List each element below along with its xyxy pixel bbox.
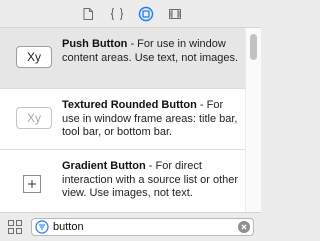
scrollbar-thumb[interactable] <box>250 34 257 60</box>
library-item-description: Gradient Button - For direct interaction… <box>62 160 242 201</box>
library-item-gradient-button[interactable]: Gradient Button - For direct interaction… <box>0 150 246 210</box>
clear-search-icon[interactable] <box>238 221 250 233</box>
braces-icon[interactable] <box>108 6 124 22</box>
library-item-description: Textured Rounded Button - For use in win… <box>62 99 242 140</box>
object-library-list[interactable]: Xy Push Button - For use in window conte… <box>0 28 261 212</box>
media-library-icon[interactable] <box>167 6 183 22</box>
library-filter-field[interactable] <box>31 218 254 236</box>
filter-icon[interactable] <box>35 220 49 234</box>
file-icon[interactable] <box>80 6 96 22</box>
grid-view-icon[interactable] <box>8 220 22 234</box>
scrollbar[interactable] <box>245 28 261 212</box>
plus-icon <box>23 175 41 193</box>
library-item-title: Push Button <box>62 38 128 50</box>
textured-button-thumbnail: Xy <box>16 107 52 129</box>
filter-input[interactable] <box>53 220 223 234</box>
object-library-icon[interactable] <box>138 6 154 22</box>
push-button-thumbnail: Xy <box>16 46 52 68</box>
library-item-title: Textured Rounded Button <box>62 99 197 111</box>
library-item-description: Push Button - For use in window content … <box>62 38 242 65</box>
library-item-title: Gradient Button <box>62 160 146 172</box>
library-item-push-button[interactable]: Xy Push Button - For use in window conte… <box>0 28 246 89</box>
filter-bar <box>0 212 261 241</box>
library-item-textured-rounded-button[interactable]: Xy Textured Rounded Button - For use in … <box>0 89 246 150</box>
library-tab-bar <box>0 0 261 28</box>
